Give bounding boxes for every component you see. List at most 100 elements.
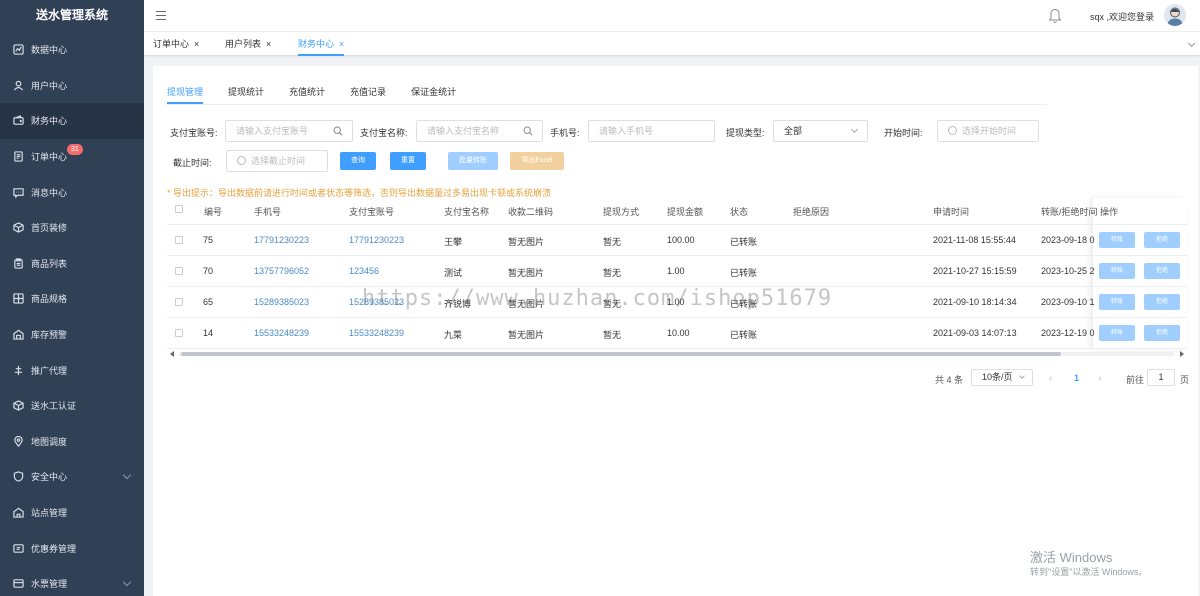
sidebar-item-location[interactable]: 地图调度 [0,424,144,460]
page-jump-input[interactable]: 1 [1147,369,1175,386]
cell-apply-time: 2021-09-03 14:07:13 [933,328,1017,338]
sidebar-item-warehouse[interactable]: 库存预警 [0,317,144,353]
sidebar-item-station[interactable]: 站点管理 [0,495,144,531]
windows-activation-title: 激活 Windows [1030,550,1113,565]
scroll-left-icon[interactable] [170,351,174,357]
chevron-down-icon [850,125,859,134]
avatar[interactable] [1164,4,1186,26]
cell-alipay-account[interactable]: 15533248239 [349,328,404,338]
select-all-checkbox[interactable] [175,205,183,213]
station-icon [12,507,24,519]
query-button[interactable]: 查询 [340,152,376,170]
sidebar-item-cube[interactable]: 送水工认证 [0,388,144,424]
cell-done-time: 2023-09-10 1 [1041,297,1095,307]
header-method: 提现方式 [603,207,640,217]
row-checkbox[interactable] [175,329,183,337]
table-scrollbar[interactable] [167,350,1187,357]
row-checkbox[interactable] [175,236,183,244]
cell-done-time: 2023-09-18 0 [1041,235,1095,245]
phone-input[interactable]: 请输入手机号 [588,120,715,142]
cell-phone[interactable]: 13757796052 [254,266,309,276]
export-excel-button[interactable]: 导出Excel [510,152,564,170]
cell-alipay-account[interactable]: 123456 [349,266,379,276]
phone-label: 手机号: [550,128,580,138]
clipboard-icon [12,257,24,269]
cell-qr: 暂无图片 [508,237,545,247]
cell-amount: 10.00 [667,328,690,338]
tag-finance-center[interactable]: 财务中心 × [298,32,345,56]
sidebar-item-label: 用户中心 [31,80,68,91]
pager-current-page[interactable]: 1 [1074,373,1079,383]
transfer-button[interactable]: 转账 [1099,325,1135,341]
sidebar-item-coupon[interactable]: 优惠券管理 [0,530,144,566]
start-time-label: 开始时间: [884,128,923,138]
tag-order-center[interactable]: 订单中心 × [153,32,199,56]
sidebar-item-box[interactable]: 首页装修 [0,210,144,246]
tag-user-list[interactable]: 用户列表 × [225,32,271,56]
alipay-name-input[interactable]: 请输入支付宝名称 [416,120,543,142]
chevron-down-icon [122,577,132,587]
sidebar-item-share[interactable]: 推广代理 [0,352,144,388]
search-icon [523,126,533,136]
sidebar-item-ticket[interactable]: 水票管理 [0,566,144,596]
sidebar-item-label: 送水工认证 [31,401,77,412]
end-time-picker[interactable]: 选择截止时间 [226,150,328,172]
page-size-select[interactable]: 10条/页 [971,369,1033,386]
cell-phone[interactable]: 17791230223 [254,235,309,245]
header-reason: 拒绝原因 [793,207,830,217]
end-time-label: 截止时间: [173,158,212,168]
close-icon[interactable]: × [266,39,271,49]
hamburger-icon[interactable] [156,11,166,20]
sidebar-item-clipboard[interactable]: 商品列表 [0,246,144,282]
cell-status: 已转账 [730,268,758,278]
tab-withdraw-manage[interactable]: 提现管理 [167,80,204,104]
tab-deposit-stats[interactable]: 保证金统计 [411,80,456,104]
scroll-right-icon[interactable] [1180,351,1184,357]
reject-button[interactable]: 拒绝 [1144,325,1180,341]
bell-icon[interactable] [1048,8,1062,24]
header-id: 编号 [204,207,223,217]
message-icon [12,186,24,198]
dashboard-icon [12,44,24,56]
row-checkbox[interactable] [175,267,183,275]
reject-button[interactable]: 拒绝 [1144,263,1180,279]
tab-recharge-records[interactable]: 充值记录 [350,80,386,104]
start-time-picker[interactable]: 选择开始时间 [937,120,1039,142]
close-icon[interactable]: × [194,39,199,49]
sidebar-item-grid[interactable]: 商品规格 [0,281,144,317]
sidebar-item-user[interactable]: 用户中心 [0,68,144,104]
cell-phone[interactable]: 15289385023 [254,297,309,307]
cell-alipay-account[interactable]: 17791230223 [349,235,404,245]
next-page-button[interactable]: › [1098,373,1101,384]
row-checkbox[interactable] [175,298,183,306]
transfer-button[interactable]: 转账 [1099,263,1135,279]
reject-button[interactable]: 拒绝 [1144,232,1180,248]
batch-transfer-button[interactable]: 批量转账 [448,152,498,170]
sidebar-item-dashboard[interactable]: 数据中心 [0,32,144,68]
tab-recharge-stats[interactable]: 充值统计 [289,80,325,104]
clock-icon [948,126,957,135]
prev-page-button[interactable]: ‹ [1049,373,1052,384]
alipay-name-label: 支付宝名称: [360,128,408,138]
cell-phone[interactable]: 15533248239 [254,328,309,338]
sidebar-item-shield[interactable]: 安全中心 [0,459,144,495]
alipay-account-input[interactable]: 请输入支付宝账号 [225,120,353,142]
transfer-button[interactable]: 转账 [1099,294,1135,310]
reject-button[interactable]: 拒绝 [1144,294,1180,310]
sidebar-item-label: 地图调度 [31,436,68,447]
reset-button[interactable]: 重置 [390,152,426,170]
sidebar-item-message[interactable]: 消息中心 [0,174,144,210]
order-count-badge: 31 [67,143,83,155]
cell-method: 暂无 [603,330,622,340]
withdraw-type-select[interactable]: 全部 [773,120,868,142]
sidebar-item-label: 库存预警 [31,330,68,341]
transfer-button[interactable]: 转账 [1099,232,1135,248]
tab-withdraw-stats[interactable]: 提现统计 [228,80,264,104]
sidebar-item-order[interactable]: 订单中心 31 [0,139,144,175]
sidebar-item-wallet[interactable]: 财务中心 [0,103,144,139]
scroll-thumb[interactable] [181,352,1061,356]
tag-label: 订单中心 [153,39,190,49]
close-icon[interactable]: × [339,39,344,49]
cell-id: 65 [203,297,214,307]
chevron-down-icon[interactable] [1187,39,1196,48]
